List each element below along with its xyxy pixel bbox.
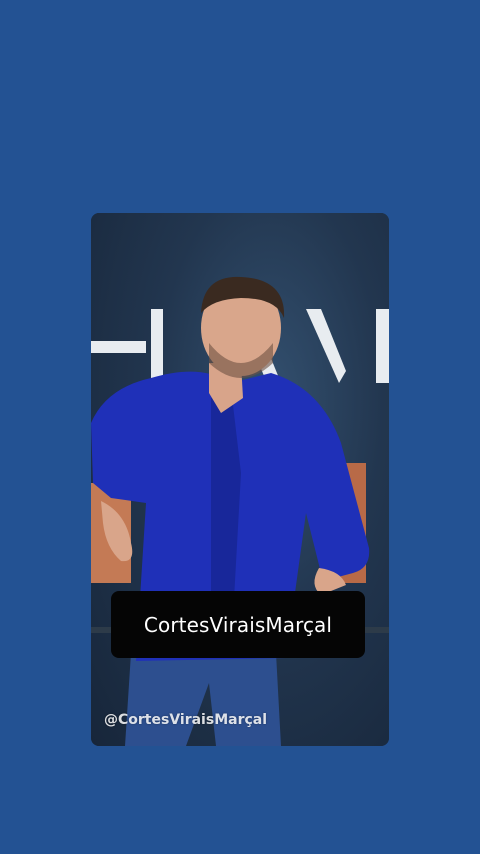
caption-text: CortesViraisMarçal — [143, 612, 333, 637]
caption-sticker: CortesViraisMarçal — [111, 591, 365, 658]
speaker-figure — [91, 276, 370, 746]
story-video-frame[interactable] — [91, 213, 389, 746]
watermark-handle: @CortesViraisMarçal — [104, 712, 268, 728]
